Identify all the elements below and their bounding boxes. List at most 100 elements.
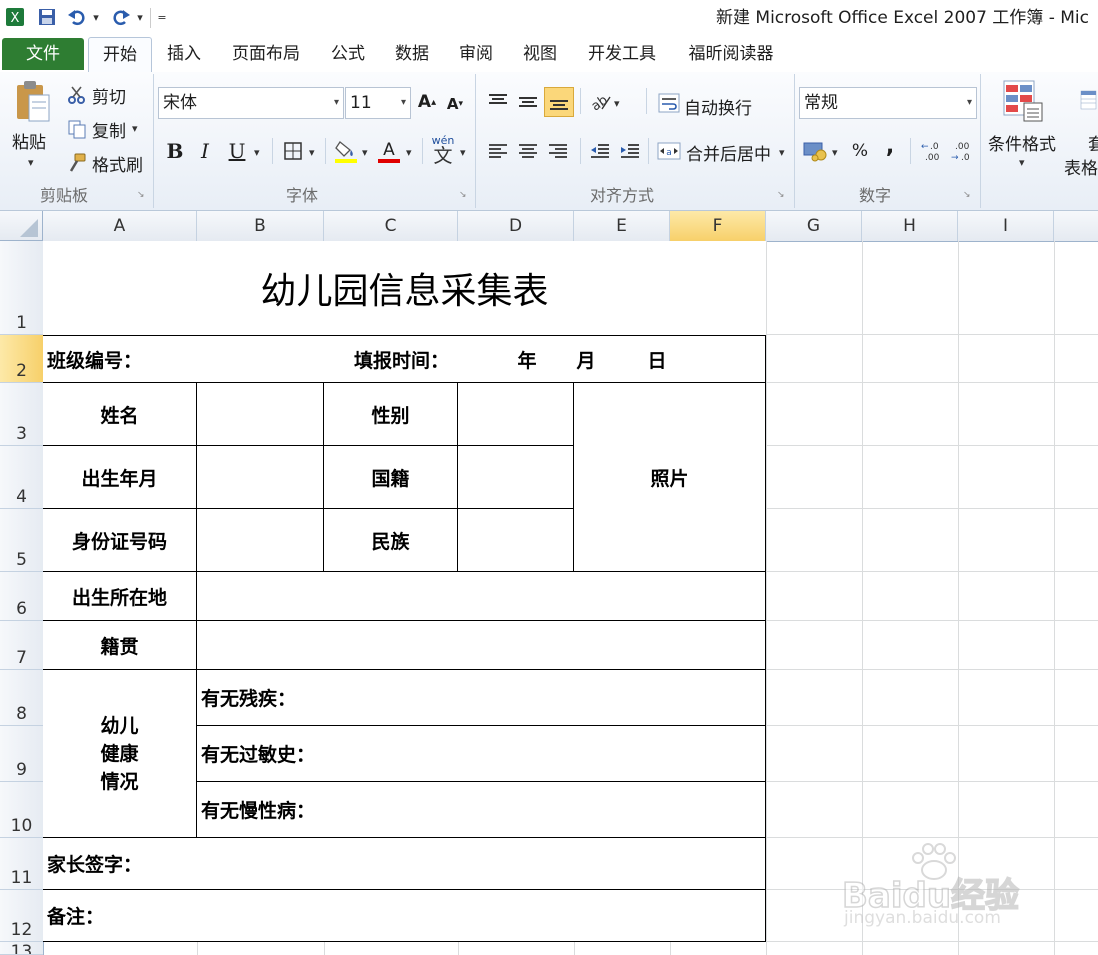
redo-dropdown-icon[interactable]: ▾ <box>135 6 145 28</box>
id-number-label-cell[interactable]: 身份证号码 <box>43 509 197 572</box>
font-color-dropdown-icon[interactable]: ▾ <box>406 146 412 159</box>
sheet-title-cell[interactable]: 幼儿园信息采集表 <box>43 241 766 335</box>
underline-dropdown-icon[interactable]: ▾ <box>254 146 260 159</box>
grow-font-icon[interactable]: A ▴ <box>414 88 440 116</box>
select-all-button[interactable] <box>0 211 43 241</box>
conditional-format-icon[interactable] <box>1000 78 1046 124</box>
column-header-h[interactable]: H <box>862 211 958 241</box>
birthplace-label-cell[interactable]: 出生所在地 <box>43 572 197 621</box>
tab-page-layout[interactable]: 页面布局 <box>222 36 310 72</box>
report-time-cell[interactable]: 填报时间： <box>350 335 470 383</box>
conditional-format-button[interactable]: 条件格式 <box>988 130 1056 155</box>
tab-developer[interactable]: 开发工具 <box>578 36 666 72</box>
increase-indent-icon[interactable] <box>616 138 644 164</box>
cut-button[interactable]: 剪切 <box>92 83 126 108</box>
borders-dropdown-icon[interactable]: ▾ <box>309 146 315 159</box>
paste-icon[interactable] <box>10 78 56 124</box>
save-icon[interactable] <box>34 6 60 28</box>
row-header-2[interactable]: 2 <box>0 335 43 383</box>
native-place-label-cell[interactable]: 籍贯 <box>43 621 197 670</box>
allergy-cell[interactable]: 有无过敏史： <box>197 726 766 782</box>
orientation-icon[interactable]: ab <box>586 88 614 116</box>
gender-label-cell[interactable]: 性别 <box>324 383 458 446</box>
row-header-4[interactable]: 4 <box>0 446 43 509</box>
tab-review[interactable]: 审阅 <box>450 36 502 72</box>
shrink-font-icon[interactable]: A ▾ <box>442 90 468 118</box>
align-middle-icon[interactable] <box>514 88 542 116</box>
orientation-dropdown-icon[interactable]: ▾ <box>614 97 620 110</box>
copy-icon[interactable] <box>66 118 88 140</box>
class-number-cell[interactable]: 班级编号： <box>43 335 323 383</box>
tab-foxit-reader[interactable]: 福昕阅读器 <box>678 36 784 72</box>
gender-value-cell[interactable] <box>458 383 574 446</box>
tab-data[interactable]: 数据 <box>386 36 438 72</box>
accounting-format-icon[interactable] <box>802 137 830 165</box>
row-header-5[interactable]: 5 <box>0 509 43 572</box>
nationality-value-cell[interactable] <box>458 446 574 509</box>
chevron-down-icon[interactable]: ▾ <box>401 88 406 118</box>
column-header-i[interactable]: I <box>958 211 1054 241</box>
id-number-value-cell[interactable] <box>197 509 324 572</box>
copy-dropdown-icon[interactable]: ▾ <box>132 122 138 135</box>
copy-button[interactable]: 复制 <box>92 117 126 142</box>
ethnicity-value-cell[interactable] <box>458 509 574 572</box>
italic-button[interactable]: I <box>192 137 218 165</box>
column-header-j-partial[interactable] <box>1054 211 1098 241</box>
row-header-7[interactable]: 7 <box>0 621 43 670</box>
tab-insert[interactable]: 插入 <box>158 36 210 72</box>
row-header-3[interactable]: 3 <box>0 383 43 446</box>
column-header-f[interactable]: F <box>670 211 766 241</box>
font-color-icon[interactable]: A <box>376 136 402 166</box>
format-as-table-button-top[interactable]: 套 <box>1088 130 1098 155</box>
tab-home[interactable]: 开始 <box>88 37 152 73</box>
clipboard-launcher-icon[interactable]: ↘ <box>137 190 147 200</box>
decrease-indent-icon[interactable] <box>586 138 614 164</box>
increase-decimal-icon[interactable]: ← .0.00 <box>918 139 946 163</box>
alignment-launcher-icon[interactable]: ↘ <box>777 190 787 200</box>
row-header-1[interactable]: 1 <box>0 241 43 335</box>
align-left-icon[interactable] <box>484 138 512 164</box>
column-header-c[interactable]: C <box>324 211 458 241</box>
chevron-down-icon[interactable]: ▾ <box>967 88 972 118</box>
font-launcher-icon[interactable]: ↘ <box>459 190 469 200</box>
wrap-text-icon[interactable] <box>656 90 682 116</box>
row-header-13[interactable]: 13 <box>0 942 43 955</box>
bold-button[interactable]: B <box>162 137 188 165</box>
number-launcher-icon[interactable]: ↘ <box>963 190 973 200</box>
comma-button[interactable]: , <box>878 132 902 160</box>
row-header-9[interactable]: 9 <box>0 726 43 782</box>
remarks-cell[interactable]: 备注： <box>43 890 766 942</box>
format-painter-button[interactable]: 格式刷 <box>92 151 143 176</box>
birthplace-value-cell[interactable] <box>197 572 766 621</box>
row-header-12[interactable]: 12 <box>0 890 43 942</box>
chevron-down-icon[interactable]: ▾ <box>334 88 339 118</box>
format-as-table-icon[interactable] <box>1080 78 1098 124</box>
accounting-dropdown-icon[interactable]: ▾ <box>832 146 838 159</box>
column-header-g[interactable]: G <box>766 211 862 241</box>
birth-date-value-cell[interactable] <box>197 446 324 509</box>
paste-dropdown-icon[interactable]: ▾ <box>28 156 34 169</box>
undo-dropdown-icon[interactable]: ▾ <box>91 6 101 28</box>
column-header-d[interactable]: D <box>458 211 574 241</box>
merge-center-button[interactable]: 合并后居中 <box>686 140 771 165</box>
number-format-combo[interactable]: 常规 ▾ <box>799 87 977 119</box>
row-header-10[interactable]: 10 <box>0 782 43 838</box>
row-header-6[interactable]: 6 <box>0 572 43 621</box>
name-value-cell[interactable] <box>197 383 324 446</box>
redo-icon[interactable] <box>108 6 134 28</box>
disability-cell[interactable]: 有无残疾： <box>197 670 766 726</box>
scissors-icon[interactable] <box>66 84 88 106</box>
format-as-table-button-bottom[interactable]: 表格 <box>1064 154 1098 179</box>
phonetic-guide-icon[interactable]: wén 文 <box>428 134 458 166</box>
health-label-cell[interactable]: 幼儿 健康 情况 <box>43 670 197 838</box>
birth-date-label-cell[interactable]: 出生年月 <box>43 446 197 509</box>
align-bottom-icon[interactable] <box>544 87 574 117</box>
fill-color-icon[interactable] <box>333 136 359 166</box>
underline-button[interactable]: U <box>224 137 250 165</box>
chronic-disease-cell[interactable]: 有无慢性病： <box>197 782 766 838</box>
parent-signature-cell[interactable]: 家长签字： <box>43 838 766 890</box>
format-painter-icon[interactable] <box>66 152 88 174</box>
tab-file[interactable]: 文件 <box>2 38 84 70</box>
row-header-8[interactable]: 8 <box>0 670 43 726</box>
column-header-b[interactable]: B <box>197 211 324 241</box>
